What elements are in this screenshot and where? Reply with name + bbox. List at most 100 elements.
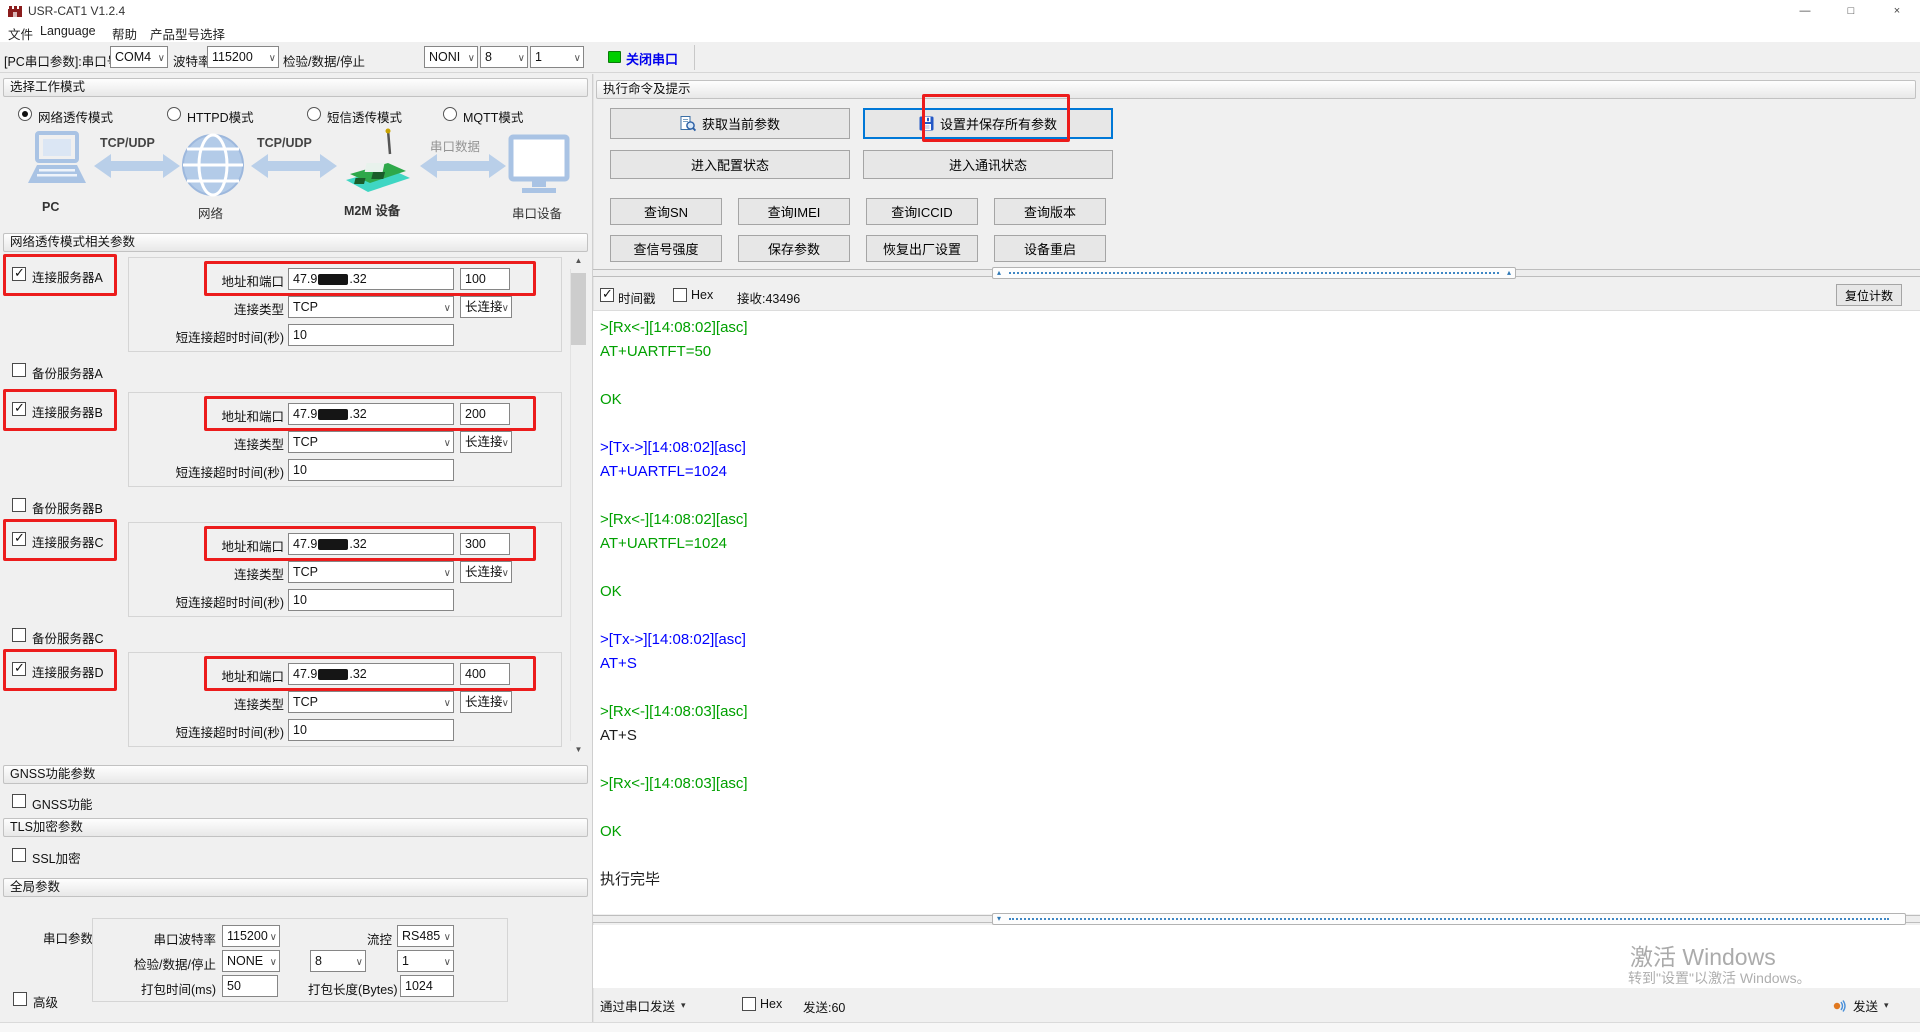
- scrollbar-thumb[interactable]: [571, 273, 586, 345]
- keep-alive-mode-select[interactable]: 长连接∨: [460, 296, 512, 318]
- send-via-serial-dropdown[interactable]: 通过串口发送 ▾: [600, 994, 686, 1016]
- serial-open-indicator-icon: [608, 51, 621, 63]
- connect-server-checkbox[interactable]: ✓: [12, 267, 26, 281]
- advanced-checkbox[interactable]: ✓: [13, 992, 27, 1006]
- minimize-button[interactable]: —: [1782, 0, 1828, 22]
- radio-sms-transparent-mode[interactable]: [307, 107, 321, 121]
- send-splitter-handle[interactable]: ▾: [992, 913, 1906, 925]
- menu-product-model[interactable]: 产品型号选择: [146, 24, 229, 43]
- backup-server-checkbox[interactable]: ✓: [12, 498, 26, 512]
- enter-comm-state-button[interactable]: 进入通讯状态: [863, 150, 1113, 179]
- log-area[interactable]: >[Rx<-][14:08:02][asc]AT+UARTFT=50OK>[Tx…: [593, 310, 1920, 914]
- baud-select[interactable]: 115200∨: [207, 46, 279, 68]
- global-baud-select[interactable]: 115200∨: [222, 925, 280, 947]
- radio-mqtt-mode[interactable]: [443, 107, 457, 121]
- chevron-down-icon: ∨: [444, 694, 451, 713]
- close-serial-button[interactable]: 关闭串口: [626, 49, 678, 68]
- radio-net-transparent-mode[interactable]: [18, 107, 32, 121]
- parity-select[interactable]: NONI∨: [424, 46, 478, 68]
- query-imei-button[interactable]: 查询IMEI: [738, 198, 850, 225]
- short-conn-timeout-input[interactable]: 10: [288, 459, 454, 481]
- global-stop-bits-select[interactable]: 1∨: [397, 950, 454, 972]
- server-address-input[interactable]: 47.9.32: [288, 403, 454, 425]
- log-hex-checkbox[interactable]: ✓: [673, 288, 687, 302]
- timestamp-label: 时间戳: [618, 288, 656, 307]
- short-conn-timeout-input[interactable]: 10: [288, 719, 454, 741]
- query-sn-button[interactable]: 查询SN: [610, 198, 722, 225]
- splitter-dots: [1009, 918, 1889, 920]
- scrollbar-up-icon[interactable]: ▲: [570, 252, 587, 269]
- log-line: [593, 748, 1920, 772]
- close-button[interactable]: ×: [1874, 0, 1920, 22]
- get-current-params-button[interactable]: 获取当前参数: [610, 108, 850, 139]
- connect-server-label: 连接服务器C: [32, 532, 104, 551]
- server-address-input[interactable]: 47.9.32: [288, 268, 454, 290]
- reboot-device-button[interactable]: 设备重启: [994, 235, 1106, 262]
- radio-httpd-mode[interactable]: [167, 107, 181, 121]
- keep-alive-mode-select[interactable]: 长连接∨: [460, 691, 512, 713]
- backup-server-checkbox[interactable]: ✓: [12, 628, 26, 642]
- server-port-input[interactable]: 400: [460, 663, 510, 685]
- save-params-button[interactable]: 保存参数: [738, 235, 850, 262]
- menu-language[interactable]: Language: [36, 24, 100, 38]
- send-button[interactable]: 发送 ▾: [1832, 994, 1889, 1016]
- enter-config-state-button[interactable]: 进入配置状态: [610, 150, 850, 179]
- stop-bits-select[interactable]: 1∨: [530, 46, 584, 68]
- server-port-input[interactable]: 200: [460, 403, 510, 425]
- scrollbar-down-icon[interactable]: ▼: [570, 741, 587, 758]
- chevron-down-icon: ∨: [444, 953, 451, 972]
- log-splitter-handle[interactable]: ▴ ▴: [992, 267, 1516, 279]
- log-line: >[Rx<-][14:08:03][asc]: [593, 700, 1920, 724]
- short-conn-timeout-input[interactable]: 10: [288, 589, 454, 611]
- server-address-input[interactable]: 47.9.32: [288, 533, 454, 555]
- query-iccid-button[interactable]: 查询ICCID: [866, 198, 978, 225]
- flow-control-select[interactable]: RS485∨: [397, 925, 454, 947]
- gnss-enable-label: GNSS功能: [32, 794, 92, 813]
- query-signal-button[interactable]: 查信号强度: [610, 235, 722, 262]
- address-suffix: .32: [349, 667, 366, 681]
- connect-server-checkbox[interactable]: ✓: [12, 402, 26, 416]
- pack-length-input[interactable]: 1024: [400, 975, 454, 997]
- connection-type-select[interactable]: TCP∨: [288, 691, 454, 713]
- chevron-down-icon: ∨: [502, 434, 509, 453]
- menu-help[interactable]: 帮助: [108, 24, 141, 43]
- app-icon: [8, 4, 22, 18]
- short-conn-timeout-input[interactable]: 10: [288, 324, 454, 346]
- global-data-bits-select[interactable]: 8∨: [310, 950, 366, 972]
- gnss-enable-checkbox[interactable]: ✓: [12, 794, 26, 808]
- server-address-input[interactable]: 47.9.32: [288, 663, 454, 685]
- arrow-icon: [94, 152, 180, 180]
- keep-alive-mode-select[interactable]: 长连接∨: [460, 561, 512, 583]
- connect-server-label: 连接服务器A: [32, 267, 103, 286]
- address-port-label: 地址和端口: [160, 666, 284, 685]
- gnss-header: GNSS功能参数: [3, 765, 588, 784]
- ssl-enable-checkbox[interactable]: ✓: [12, 848, 26, 862]
- global-parity-select[interactable]: NONE∨: [222, 950, 280, 972]
- server-port-input[interactable]: 100: [460, 268, 510, 290]
- maximize-button[interactable]: □: [1828, 0, 1874, 22]
- log-line: OK: [593, 388, 1920, 412]
- set-save-all-params-button[interactable]: 设置并保存所有参数: [863, 108, 1113, 139]
- log-line: >[Rx<-][14:08:02][asc]: [593, 316, 1920, 340]
- reset-count-button[interactable]: 复位计数: [1836, 284, 1902, 306]
- send-hex-checkbox[interactable]: ✓: [742, 997, 756, 1011]
- connection-type-select[interactable]: TCP∨: [288, 296, 454, 318]
- menu-file[interactable]: 文件: [4, 24, 37, 43]
- short-conn-timeout-label: 短连接超时时间(秒): [138, 327, 284, 346]
- connect-server-checkbox[interactable]: ✓: [12, 532, 26, 546]
- query-version-button[interactable]: 查询版本: [994, 198, 1106, 225]
- check-icon: ✓: [602, 286, 613, 302]
- connection-type-select[interactable]: TCP∨: [288, 431, 454, 453]
- keep-alive-mode-select[interactable]: 长连接∨: [460, 431, 512, 453]
- server-port-input[interactable]: 300: [460, 533, 510, 555]
- redacted-text: [318, 669, 348, 680]
- connection-type-select[interactable]: TCP∨: [288, 561, 454, 583]
- factory-reset-button[interactable]: 恢复出厂设置: [866, 235, 978, 262]
- pack-time-input[interactable]: 50: [222, 975, 278, 997]
- data-bits-select[interactable]: 8∨: [480, 46, 528, 68]
- connect-server-checkbox[interactable]: ✓: [12, 662, 26, 676]
- timestamp-checkbox[interactable]: ✓: [600, 288, 614, 302]
- log-line: [593, 556, 1920, 580]
- com-port-select[interactable]: COM4∨: [110, 46, 168, 68]
- backup-server-checkbox[interactable]: ✓: [12, 363, 26, 377]
